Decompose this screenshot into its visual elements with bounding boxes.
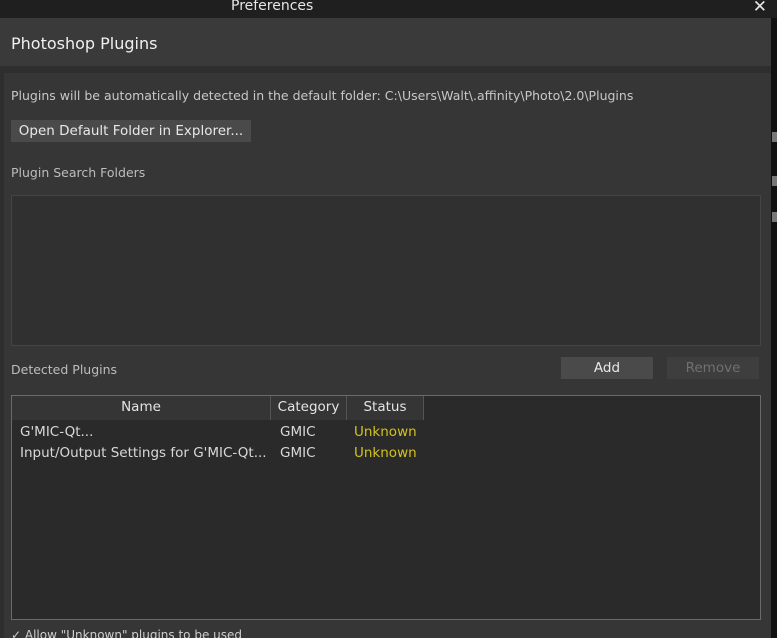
page-title: Photoshop Plugins: [11, 34, 158, 53]
add-button[interactable]: Add: [561, 357, 653, 379]
background-strip: [771, 18, 777, 638]
background-mark: [772, 132, 777, 142]
window-title: Preferences: [231, 0, 314, 14]
table-row[interactable]: G'MIC-Qt... GMIC Unknown: [12, 422, 760, 442]
background-mark: [772, 176, 777, 186]
remove-button: Remove: [667, 357, 759, 379]
preferences-window: Preferences ✕ Photoshop Plugins Plugins …: [0, 0, 777, 638]
allow-unknown-label: Allow "Unknown" plugins to be used: [24, 628, 243, 638]
detected-plugins-label: Detected Plugins: [11, 362, 118, 377]
detected-plugins-table: Name Category Status G'MIC-Qt... GMIC Un…: [11, 395, 761, 620]
checkmark-icon: ✓: [11, 628, 22, 638]
open-default-folder-button[interactable]: Open Default Folder in Explorer...: [11, 120, 251, 142]
plugin-name: G'MIC-Qt...: [20, 424, 94, 440]
background-mark: [772, 212, 777, 222]
plugin-category: GMIC: [280, 424, 316, 440]
allow-unknown-plugins-checkbox[interactable]: ✓ Allow "Unknown" plugins to be used: [11, 628, 242, 638]
search-folders-list[interactable]: [11, 195, 761, 346]
title-bar: Preferences ✕: [0, 0, 777, 18]
search-folders-label: Plugin Search Folders: [11, 165, 146, 180]
column-header-name[interactable]: Name: [12, 396, 271, 420]
page-header: Photoshop Plugins: [0, 18, 771, 66]
plugin-category: GMIC: [280, 445, 316, 461]
column-header-status[interactable]: Status: [347, 396, 424, 420]
column-header-category[interactable]: Category: [271, 396, 347, 420]
table-row[interactable]: Input/Output Settings for G'MIC-Qt... GM…: [12, 443, 760, 463]
plugin-status: Unknown: [354, 424, 417, 440]
plugin-name: Input/Output Settings for G'MIC-Qt...: [20, 445, 267, 461]
default-folder-hint: Plugins will be automatically detected i…: [11, 88, 634, 103]
plugin-status: Unknown: [354, 445, 417, 461]
plugins-panel: Plugins will be automatically detected i…: [4, 73, 771, 638]
close-icon[interactable]: ✕: [753, 0, 767, 17]
